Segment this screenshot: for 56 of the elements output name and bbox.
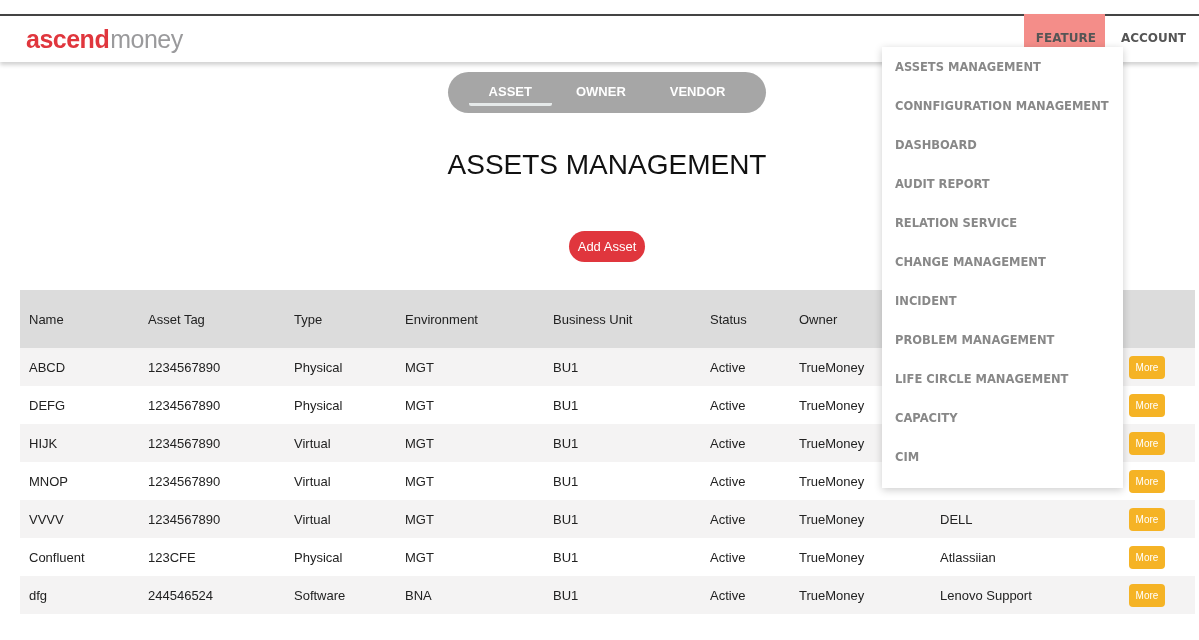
tab[interactable]: ASSET [468, 79, 552, 106]
table-cell: Active [701, 576, 790, 614]
add-asset-button[interactable]: Add Asset [568, 231, 646, 262]
column-header: Environment [404, 311, 478, 327]
table-cell: VVVV [20, 500, 139, 538]
column-header: Type [293, 311, 323, 327]
more-button[interactable]: More [1129, 469, 1165, 493]
more-button[interactable]: More [1129, 355, 1165, 379]
table-cell: dfg [20, 576, 139, 614]
table-cell: Active [701, 348, 790, 386]
table-cell: Virtual [285, 500, 396, 538]
table-cell: DELL [931, 500, 1101, 538]
table-cell: MGT [396, 424, 544, 462]
table-cell: BU1 [544, 500, 701, 538]
page-title: ASSETS MANAGEMENT [447, 149, 767, 181]
table-cell: TrueMoney [790, 576, 931, 614]
table-cell: BU1 [544, 348, 701, 386]
table-cell: ABCD [20, 348, 139, 386]
tab[interactable]: VENDOR [649, 79, 746, 106]
table-cell: Active [701, 424, 790, 462]
table-cell: 1234567890 [139, 348, 285, 386]
table-cell: MGT [396, 500, 544, 538]
menu-item[interactable]: RELATION SERVICE [882, 215, 1123, 254]
table-cell: 244546524 [139, 576, 285, 614]
table-cell: BNA [396, 576, 544, 614]
menu-item[interactable]: ASSETS MANAGEMENT [882, 59, 1123, 98]
nav-link[interactable]: ACCOUNT [1108, 14, 1195, 62]
more-button[interactable]: More [1129, 431, 1165, 455]
more-button[interactable]: More [1129, 583, 1165, 607]
table-cell: Software [285, 576, 396, 614]
column-header: Asset Tag [147, 311, 205, 327]
tab[interactable]: OWNER [555, 79, 646, 106]
more-button[interactable]: More [1129, 507, 1165, 531]
more-button[interactable]: More [1129, 393, 1165, 417]
table-cell: 1234567890 [139, 424, 285, 462]
table-cell: TrueMoney [790, 500, 931, 538]
table-cell: MGT [396, 348, 544, 386]
table-cell: HIJK [20, 424, 139, 462]
column-header: Name [28, 311, 64, 327]
table-cell: Physical [285, 348, 396, 386]
menu-item[interactable]: CONNFIGURATION MANAGEMENT [882, 98, 1123, 137]
menu-item[interactable]: AUDIT REPORT [882, 176, 1123, 215]
column-header: Owner [798, 311, 838, 327]
table-cell: Virtual [285, 424, 396, 462]
column-header: Business Unit [552, 311, 633, 327]
table-cell: Lenovo Support [931, 576, 1101, 614]
table-cell: 1234567890 [139, 500, 285, 538]
table-cell: BU1 [544, 576, 701, 614]
logo: ascendmoney [26, 23, 183, 55]
menu-item[interactable]: DASHBOARD [882, 137, 1123, 176]
menu-item[interactable]: CHANGE MANAGEMENT [882, 254, 1123, 293]
table-cell: BU1 [544, 424, 701, 462]
more-button[interactable]: More [1129, 545, 1165, 569]
table-cell: Active [701, 500, 790, 538]
column-header: Status [709, 311, 747, 327]
menu-item[interactable]: INCIDENT [882, 293, 1123, 332]
